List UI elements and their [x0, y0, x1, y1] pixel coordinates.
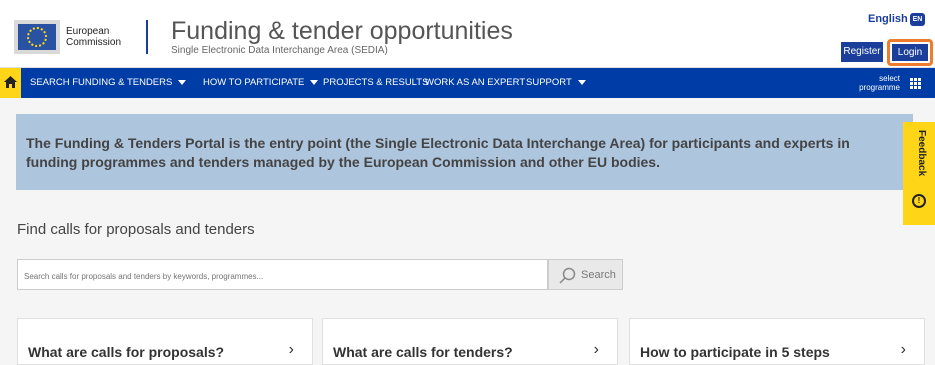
feedback-tab[interactable]: Feedback ! — [903, 122, 935, 225]
card-title: What are calls for tenders? — [333, 344, 513, 360]
find-calls-heading: Find calls for proposals and tenders — [17, 221, 255, 238]
card-title: What are calls for proposals? — [28, 344, 225, 360]
card-title: How to participate in 5 steps — [640, 344, 830, 360]
search-button[interactable]: Search — [548, 259, 623, 290]
register-button[interactable]: Register — [841, 42, 883, 62]
chevron-right-icon: › — [900, 341, 906, 358]
nav-item-search-funding[interactable]: SEARCH FUNDING & TENDERS — [30, 68, 187, 98]
language-code-badge[interactable]: EN — [910, 13, 925, 26]
language-selector[interactable]: English — [868, 13, 908, 25]
caret-down-icon — [577, 79, 586, 85]
site-header: European Commission Funding & tender opp… — [0, 0, 935, 68]
intro-text: The Funding & Tenders Portal is the entr… — [26, 135, 850, 170]
site-title[interactable]: Funding & tender opportunities — [171, 17, 513, 46]
nav-item-how-to-participate[interactable]: HOW TO PARTICIPATE — [203, 68, 319, 98]
logo-text: European Commission — [66, 26, 122, 48]
intro-banner: The Funding & Tenders Portal is the entr… — [16, 114, 913, 190]
eu-flag-icon — [14, 20, 60, 54]
login-button[interactable]: Login — [892, 44, 928, 61]
card-how-to-participate[interactable]: How to participate in 5 steps › — [629, 318, 925, 365]
home-button[interactable] — [0, 68, 21, 98]
nav-item-projects-results[interactable]: PROJECTS & RESULTS — [323, 68, 428, 98]
search-icon — [559, 267, 576, 284]
feedback-label: Feedback — [916, 130, 927, 177]
select-programme-label[interactable]: select programme — [855, 74, 900, 92]
chevron-right-icon: › — [288, 341, 294, 358]
card-calls-for-proposals[interactable]: What are calls for proposals? › — [17, 318, 313, 365]
main-navigation: SEARCH FUNDING & TENDERS HOW TO PARTICIP… — [0, 68, 935, 98]
caret-down-icon — [310, 79, 319, 85]
chevron-right-icon: › — [593, 341, 599, 358]
nav-item-work-as-expert[interactable]: WORK AS AN EXPERT — [425, 68, 525, 98]
search-button-label: Search — [581, 269, 616, 281]
search-input[interactable] — [24, 272, 534, 281]
nav-item-support[interactable]: SUPPORT — [526, 68, 586, 98]
search-field[interactable] — [17, 259, 548, 290]
login-button-highlight: Login — [887, 39, 933, 66]
logo-divider — [146, 20, 148, 54]
caret-down-icon — [178, 79, 187, 85]
feedback-icon: ! — [912, 194, 926, 208]
grid-icon[interactable] — [910, 78, 921, 89]
home-icon — [4, 76, 17, 88]
european-commission-logo[interactable]: European Commission — [14, 20, 154, 54]
site-subtitle: Single Electronic Data Interchange Area … — [171, 45, 388, 56]
card-calls-for-tenders[interactable]: What are calls for tenders? › — [322, 318, 618, 365]
